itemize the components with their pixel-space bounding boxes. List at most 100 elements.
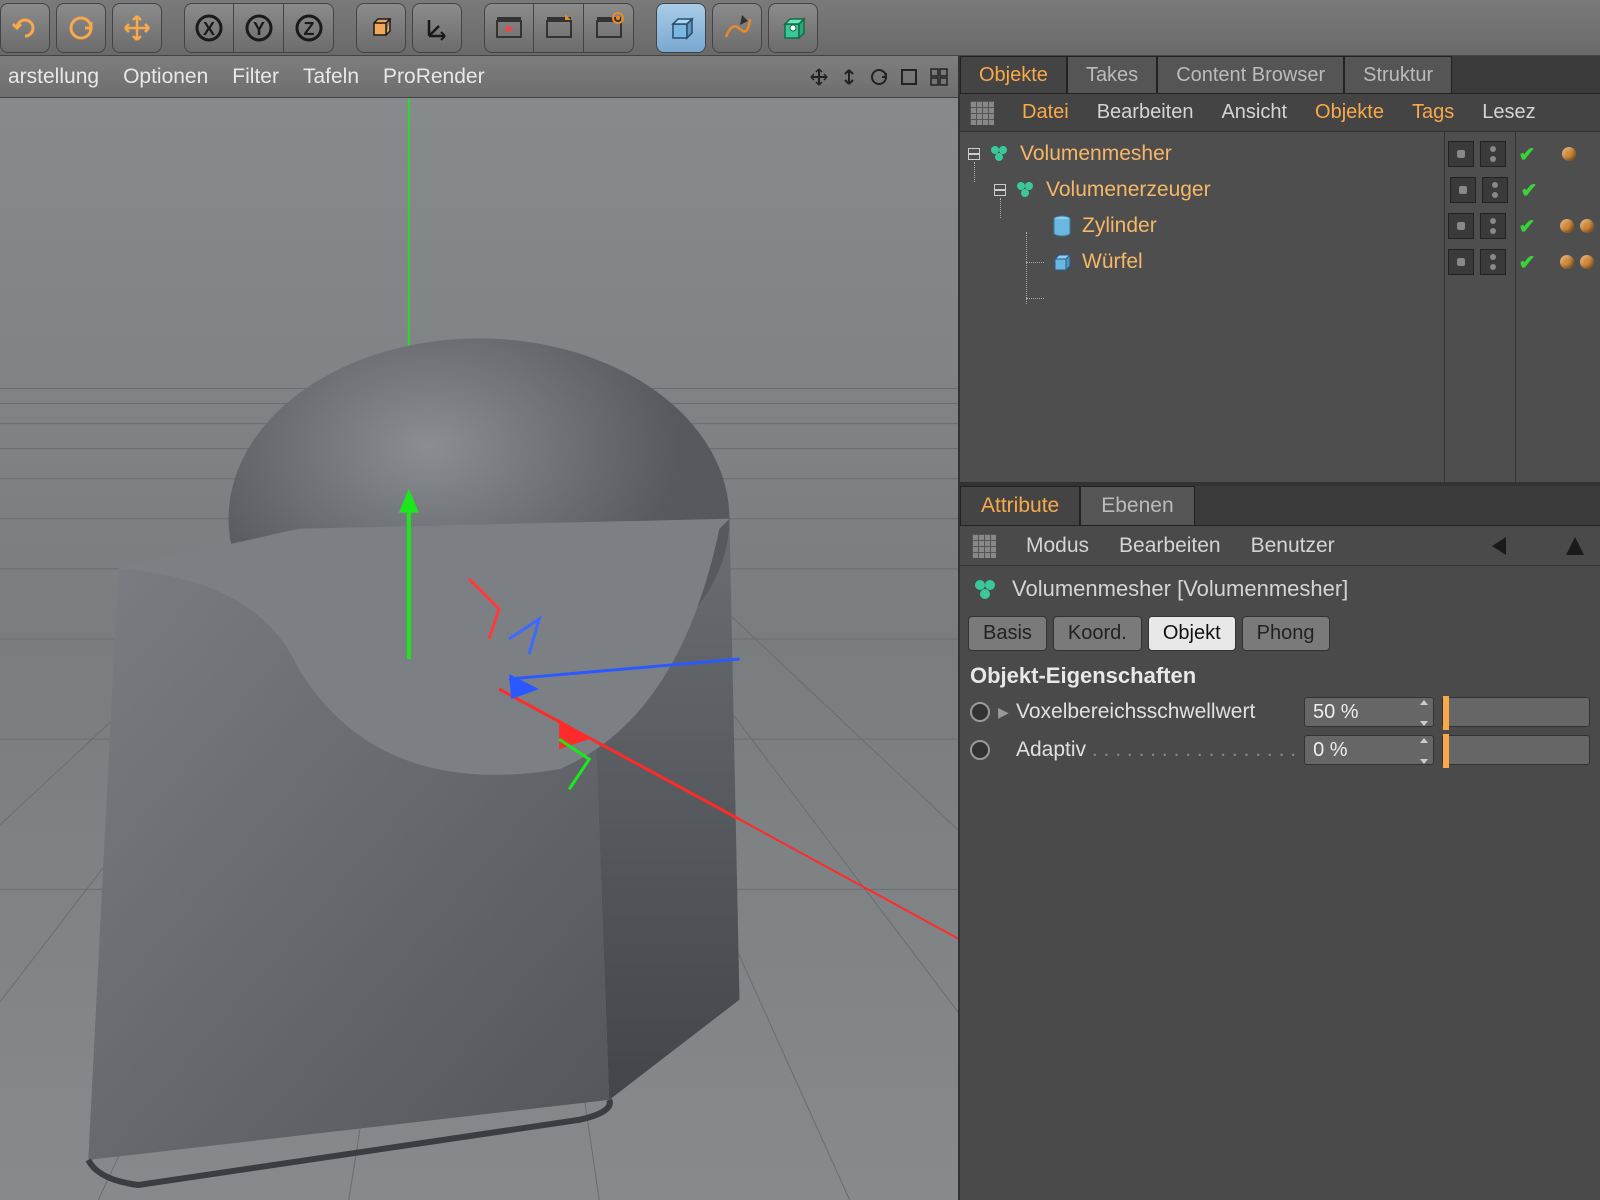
mode-phong[interactable]: Phong <box>1242 616 1330 651</box>
enable-check[interactable]: ✔ <box>1514 178 1544 203</box>
z-axis-button[interactable]: Z <box>284 3 334 53</box>
object-tree: Volumenmesher ✔ Volumenerzeuger <box>960 132 1600 482</box>
tab-ebenen[interactable]: Ebenen <box>1080 486 1194 525</box>
tree-label[interactable]: Volumenmesher <box>1020 142 1172 166</box>
primitive-cube-button[interactable] <box>656 3 706 53</box>
deform-button[interactable] <box>768 3 818 53</box>
expand-toggle[interactable] <box>994 184 1006 196</box>
tree-label[interactable]: Zylinder <box>1082 214 1157 238</box>
anim-toggle[interactable] <box>970 702 990 722</box>
vp-updown-icon[interactable] <box>838 66 860 88</box>
volume-builder-icon <box>1012 176 1040 204</box>
menu-item[interactable]: Filter <box>232 65 279 89</box>
tab-objekte[interactable]: Objekte <box>960 56 1067 93</box>
mode-basis[interactable]: Basis <box>968 616 1047 651</box>
attr-object-header: Volumenmesher [Volumenmesher] <box>960 566 1600 612</box>
nav-back-icon[interactable] <box>1486 533 1512 559</box>
tree-row-volumenerzeuger[interactable]: Volumenerzeuger ✔ <box>960 172 1600 208</box>
vis-dots[interactable] <box>1482 177 1508 203</box>
vis-dots[interactable] <box>1480 141 1506 167</box>
menu-datei[interactable]: Datei <box>1022 101 1069 124</box>
tab-attribute[interactable]: Attribute <box>960 486 1080 525</box>
x-axis-button[interactable]: X <box>184 3 234 53</box>
menu-ansicht[interactable]: Ansicht <box>1221 101 1287 124</box>
menu-tags[interactable]: Tags <box>1412 101 1454 124</box>
layer-toggle[interactable] <box>1450 177 1476 203</box>
grid-icon[interactable] <box>970 101 994 125</box>
prop-slider[interactable] <box>1442 735 1590 765</box>
tree-row-wuerfel[interactable]: Würfel ✔ <box>960 244 1600 280</box>
undo-button[interactable] <box>0 3 50 53</box>
render-settings-button[interactable] <box>584 3 634 53</box>
volume-mesher-icon <box>970 574 1000 604</box>
nav-up-icon[interactable] <box>1562 533 1588 559</box>
vp-frame-icon[interactable] <box>898 66 920 88</box>
tab-struktur[interactable]: Struktur <box>1344 56 1452 93</box>
mode-koord[interactable]: Koord. <box>1053 616 1142 651</box>
menu-item[interactable]: Optionen <box>123 65 208 89</box>
vp-move-icon[interactable] <box>808 66 830 88</box>
tab-takes[interactable]: Takes <box>1067 56 1157 93</box>
tab-content-browser[interactable]: Content Browser <box>1157 56 1344 93</box>
tag-1[interactable] <box>1560 219 1574 233</box>
prop-slider[interactable] <box>1442 697 1590 727</box>
attr-panel-tabs: Attribute Ebenen <box>960 486 1600 526</box>
svg-text:X: X <box>203 19 215 39</box>
cube-axis-button[interactable] <box>356 3 406 53</box>
menu-objekte[interactable]: Objekte <box>1315 101 1384 124</box>
vp-layout-icon[interactable] <box>928 66 950 88</box>
layer-toggle[interactable] <box>1448 213 1474 239</box>
move-button[interactable] <box>112 3 162 53</box>
object-menu: Datei Bearbeiten Ansicht Objekte Tags Le… <box>960 94 1600 132</box>
menu-modus[interactable]: Modus <box>1026 534 1089 558</box>
vp-rotate-icon[interactable] <box>868 66 890 88</box>
tree-label[interactable]: Volumenerzeuger <box>1046 178 1211 202</box>
menu-bearbeiten[interactable]: Bearbeiten <box>1097 101 1194 124</box>
props-section-title: Objekt-Eigenschaften <box>960 655 1600 693</box>
render-frame-button[interactable] <box>484 3 534 53</box>
layer-toggle[interactable] <box>1448 141 1474 167</box>
tag-2[interactable] <box>1580 255 1594 269</box>
volume-mesher-icon <box>986 140 1014 168</box>
3d-viewport[interactable] <box>0 98 958 1200</box>
render-anim-button[interactable] <box>534 3 584 53</box>
enable-check[interactable]: ✔ <box>1512 250 1542 275</box>
menu-lesez[interactable]: Lesez <box>1482 101 1535 124</box>
prop-value-input[interactable]: 0 % <box>1304 735 1434 765</box>
tree-row-volumenmesher[interactable]: Volumenmesher ✔ <box>960 136 1600 172</box>
svg-text:Z: Z <box>303 19 314 39</box>
phong-tag[interactable] <box>1562 147 1576 161</box>
enable-check[interactable]: ✔ <box>1512 142 1542 167</box>
object-panel-tabs: Objekte Takes Content Browser Struktur <box>960 56 1600 94</box>
vis-dots[interactable] <box>1480 213 1506 239</box>
rotate-button[interactable] <box>56 3 106 53</box>
grid-icon[interactable] <box>972 534 996 558</box>
prop-voxel-threshold: ▶ Voxelbereichsschwellwert 50 % <box>960 693 1600 731</box>
expand-toggle[interactable] <box>968 148 980 160</box>
enable-check[interactable]: ✔ <box>1512 214 1542 239</box>
menu-bearbeiten[interactable]: Bearbeiten <box>1119 534 1221 558</box>
menu-benutzer[interactable]: Benutzer <box>1251 534 1335 558</box>
prop-adaptiv: ▶ Adaptiv . . . . . . . . . . . . . . . … <box>960 731 1600 769</box>
vis-dots[interactable] <box>1480 249 1506 275</box>
anim-toggle[interactable] <box>970 740 990 760</box>
main-toolbar: X Y Z <box>0 0 1600 56</box>
tag-2[interactable] <box>1580 219 1594 233</box>
y-axis-button[interactable]: Y <box>234 3 284 53</box>
menu-item[interactable]: Tafeln <box>303 65 359 89</box>
expand-arrow[interactable]: ▶ <box>998 704 1008 721</box>
spline-pen-button[interactable] <box>712 3 762 53</box>
cube-icon <box>1048 248 1076 276</box>
tree-row-zylinder[interactable]: Zylinder ✔ <box>960 208 1600 244</box>
tag-1[interactable] <box>1560 255 1574 269</box>
menu-item[interactable]: ProRender <box>383 65 485 89</box>
viewport-menu: arstellung Optionen Filter Tafeln ProRen… <box>0 56 958 98</box>
attr-mode-tabs: Basis Koord. Objekt Phong <box>960 612 1600 655</box>
mode-objekt[interactable]: Objekt <box>1148 616 1236 651</box>
layer-toggle[interactable] <box>1448 249 1474 275</box>
menu-item[interactable]: arstellung <box>8 65 99 89</box>
prop-label: Voxelbereichsschwellwert <box>1016 700 1296 724</box>
tree-label[interactable]: Würfel <box>1082 250 1143 274</box>
prop-value-input[interactable]: 50 % <box>1304 697 1434 727</box>
coord-sys-button[interactable] <box>412 3 462 53</box>
